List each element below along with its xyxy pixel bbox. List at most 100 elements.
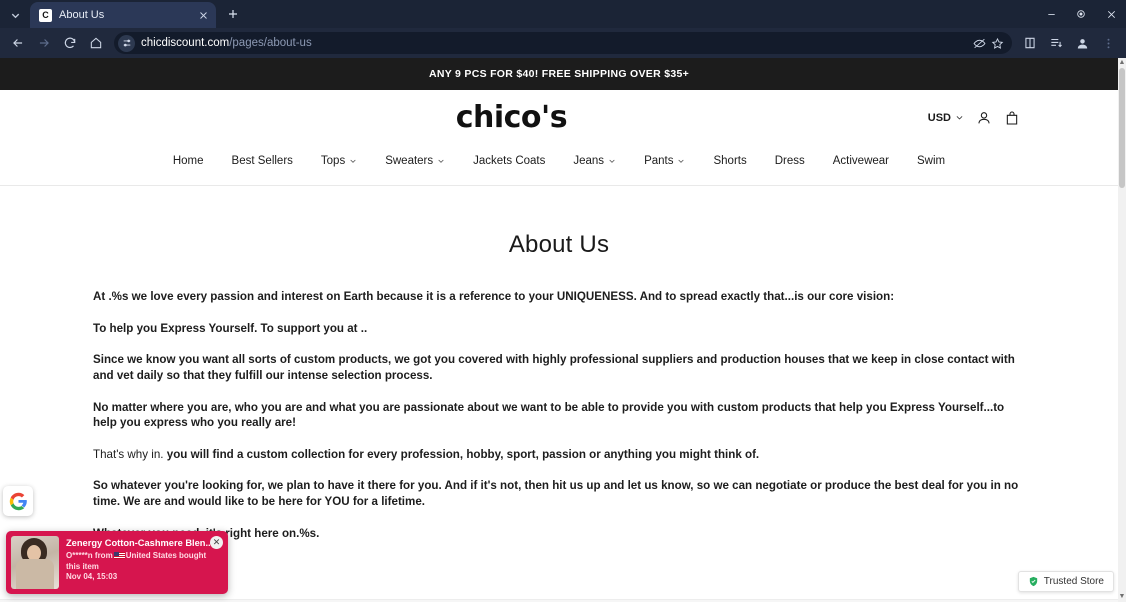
trusted-store-label: Trusted Store	[1043, 576, 1104, 587]
minimize-icon[interactable]	[1036, 0, 1066, 28]
currency-label: USD	[927, 111, 951, 124]
menu-icon[interactable]	[1096, 31, 1120, 55]
nav-item-shorts[interactable]: Shorts	[699, 151, 760, 171]
page-viewport: ANY 9 PCS FOR $40! FREE SHIPPING OVER $3…	[0, 58, 1126, 602]
window-controls	[1036, 0, 1126, 28]
nav-item-jackets-coats[interactable]: Jackets Coats	[459, 151, 559, 171]
buyer-info: O*****n from United States bought	[66, 551, 223, 562]
incognito-blocked-icon[interactable]	[973, 37, 986, 50]
chevron-down-icon	[608, 157, 616, 165]
tab-search-button[interactable]	[2, 2, 28, 28]
scrollbar-track[interactable]	[1118, 68, 1126, 592]
nav-item-jeans[interactable]: Jeans	[559, 151, 630, 171]
nav-label: Jackets Coats	[473, 155, 546, 167]
notification-text: Zenergy Cotton-Cashmere Blen... O*****n …	[66, 536, 223, 589]
chevron-down-icon	[955, 113, 964, 122]
maximize-icon[interactable]	[1066, 0, 1096, 28]
nav-item-tops[interactable]: Tops	[307, 151, 371, 171]
url-domain: chicdiscount.com	[141, 37, 230, 49]
close-icon[interactable]: ✕	[210, 536, 223, 549]
web-page: ANY 9 PCS FOR $40! FREE SHIPPING OVER $3…	[0, 58, 1118, 602]
browser-window: C About Us chicdiscount.com/pages/about-…	[0, 0, 1126, 602]
chevron-down-icon	[349, 157, 357, 165]
site-header: chico's USD	[0, 90, 1118, 145]
nav-label: Sweaters	[385, 155, 434, 167]
omnibox-actions	[973, 37, 1006, 50]
nav-label: Tops	[320, 155, 346, 167]
close-window-icon[interactable]	[1096, 0, 1126, 28]
search-icon[interactable]	[20, 109, 95, 126]
paragraph: Since we know you want all sorts of cust…	[93, 353, 1015, 382]
nav-item-pants[interactable]: Pants	[630, 151, 699, 171]
back-icon[interactable]	[6, 31, 30, 55]
thumbnail-shape	[16, 559, 54, 589]
us-flag-icon	[113, 552, 125, 559]
nav-item-swim[interactable]: Swim	[903, 151, 959, 171]
site-logo[interactable]: chico's	[95, 100, 928, 135]
page-title: About Us	[508, 231, 610, 258]
nav-item-dress[interactable]: Dress	[761, 151, 819, 171]
reading-list-icon[interactable]	[1044, 31, 1068, 55]
home-icon[interactable]	[84, 31, 108, 55]
account-icon[interactable]	[976, 110, 992, 126]
header-actions: USD	[928, 110, 1098, 126]
product-thumbnail	[11, 536, 59, 589]
site-settings-icon[interactable]	[118, 34, 135, 52]
close-tab-icon[interactable]	[196, 8, 210, 22]
nav-label: Shorts	[713, 155, 747, 167]
forward-icon	[32, 31, 56, 55]
tab-title: About Us	[59, 9, 105, 21]
nav-label: Swim	[917, 155, 946, 167]
profile-icon[interactable]	[1070, 31, 1094, 55]
nav-label: Dress	[774, 155, 805, 167]
notification-timestamp: Nov 04, 15:03	[66, 572, 118, 582]
paragraph: That's why in. you will find a custom co…	[93, 447, 1025, 463]
chevron-down-icon	[437, 157, 445, 165]
nav-label: Activewear	[832, 155, 890, 167]
nav-item-home[interactable]: Home	[159, 151, 218, 171]
paragraph-strong: you will find a custom collection for ev…	[166, 447, 760, 461]
reload-icon[interactable]	[58, 31, 82, 55]
scroll-up-arrow[interactable]: ▲	[1119, 58, 1126, 68]
bookmark-star-icon[interactable]	[991, 37, 1004, 50]
buyer-action: this item	[66, 561, 99, 571]
url-text: chicdiscount.com/pages/about-us	[141, 37, 312, 49]
nav-item-sweaters[interactable]: Sweaters	[371, 151, 459, 171]
nav-item-activewear[interactable]: Activewear	[819, 151, 903, 171]
paragraph: So whatever you're looking for, we plan …	[93, 479, 1019, 509]
scrollbar-thumb[interactable]	[1119, 68, 1125, 188]
paragraph: Whatever you need, it's right here on.%s…	[93, 526, 320, 540]
product-name[interactable]: Zenergy Cotton-Cashmere Blen...	[66, 538, 223, 548]
chevron-down-icon	[677, 157, 685, 165]
buyer-name: O*****n from	[66, 551, 113, 560]
page-scrollbar[interactable]: ▲ ▼	[1118, 58, 1126, 602]
url-path: /pages/about-us	[229, 37, 312, 49]
nav-label: Jeans	[573, 155, 605, 167]
announcement-bar: ANY 9 PCS FOR $40! FREE SHIPPING OVER $3…	[0, 58, 1118, 90]
scroll-down-arrow[interactable]: ▼	[1119, 592, 1126, 602]
paragraph: At .%s we love every passion and interes…	[93, 290, 895, 303]
tab-strip: C About Us	[0, 0, 1126, 28]
trusted-store-badge[interactable]: Trusted Store	[1017, 571, 1114, 592]
nav-label: Home	[172, 155, 204, 167]
nav-label: Pants	[644, 155, 674, 167]
nav-label: Best Sellers	[231, 155, 293, 167]
paragraph: To help you Express Yourself. To support…	[93, 321, 368, 335]
main-navigation: Home Best Sellers Tops Sweaters Jackets …	[0, 145, 1118, 186]
google-reviews-badge[interactable]	[3, 486, 33, 516]
buyer-country: United States bought	[125, 551, 207, 560]
browser-tab[interactable]: C About Us	[30, 2, 216, 28]
currency-selector[interactable]: USD	[928, 112, 964, 124]
nav-item-best-sellers[interactable]: Best Sellers	[218, 151, 307, 171]
sales-notification-popup[interactable]: Zenergy Cotton-Cashmere Blen... O*****n …	[6, 531, 228, 594]
site-favicon: C	[39, 8, 52, 22]
cart-icon[interactable]	[1004, 110, 1020, 126]
about-body: At .%s we love every passion and interes…	[0, 289, 1118, 541]
new-tab-button[interactable]	[220, 1, 246, 27]
shield-icon	[1028, 576, 1039, 587]
paragraph: No matter where you are, who you are and…	[93, 400, 1005, 430]
address-bar[interactable]: chicdiscount.com/pages/about-us	[114, 32, 1012, 54]
split-view-icon[interactable]	[1018, 31, 1042, 55]
browser-toolbar: chicdiscount.com/pages/about-us	[0, 28, 1126, 58]
page-content: About Us At .%s we love every passion an…	[0, 186, 1118, 567]
